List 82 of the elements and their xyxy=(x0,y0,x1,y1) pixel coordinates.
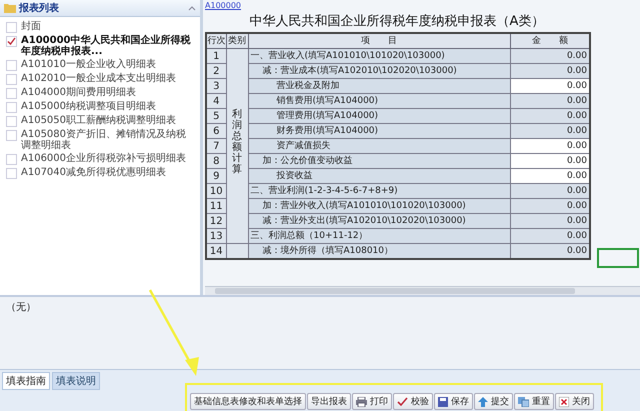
close-icon xyxy=(559,396,569,406)
row-number: 6 xyxy=(206,124,226,138)
printer-icon xyxy=(356,396,367,406)
item-cell: 二、营业利润(1-2-3-4-5-6-7+8+9) xyxy=(248,184,510,198)
report-item[interactable]: A104000期间费用明细表 xyxy=(6,87,194,99)
note-text: （无） xyxy=(6,302,36,313)
windows-icon xyxy=(518,396,529,406)
amount-field[interactable]: 0.00 xyxy=(510,78,590,94)
item-cell: 减：境外所得（填写A108010） xyxy=(248,244,510,259)
amount-field[interactable]: 0.00 xyxy=(510,94,590,108)
panel-title: 报表列表 xyxy=(19,2,60,15)
report-item[interactable]: A105050职工薪酬纳税调整明细表 xyxy=(6,115,194,127)
toolbar-button[interactable]: 基础信息表修改和表单选择 xyxy=(190,393,306,410)
amount-field[interactable]: 0.00 xyxy=(510,138,590,154)
selection-box xyxy=(597,248,639,268)
amount-field[interactable]: 0.00 xyxy=(510,198,590,214)
amount-field[interactable]: 0.00 xyxy=(510,184,590,198)
folder-icon xyxy=(4,3,16,13)
item-cell: 管理费用(填写A104000) xyxy=(248,108,510,124)
toolbar-button[interactable]: 导出报表 xyxy=(307,393,351,410)
column-header: 金 额 xyxy=(510,33,590,48)
check-icon xyxy=(397,396,408,406)
toolbar-button[interactable]: 打印 xyxy=(352,393,392,410)
row-number: 14 xyxy=(206,244,226,259)
row-number: 12 xyxy=(206,214,226,228)
checkbox[interactable] xyxy=(6,36,17,47)
item-cell: 加：营业外收入(填写A101010\101020\103000) xyxy=(248,198,510,214)
item-cell: 加：公允价值变动收益 xyxy=(248,154,510,168)
report-item[interactable]: 封面 xyxy=(6,21,194,33)
amount-field[interactable]: 0.00 xyxy=(510,64,590,78)
item-cell: 财务费用(填写A104000) xyxy=(248,124,510,138)
row-number: 11 xyxy=(206,198,226,214)
row-number: 9 xyxy=(206,168,226,184)
report-item[interactable]: A100000中华人民共和国企业所得税年度纳税申报表... xyxy=(6,35,194,57)
item-cell: 营业税金及附加 xyxy=(248,78,510,94)
amount-field[interactable]: 0.00 xyxy=(510,214,590,228)
row-number: 1 xyxy=(206,48,226,64)
item-cell: 一、营业收入(填写A101010\101020\103000) xyxy=(248,48,510,64)
column-header: 项 目 xyxy=(248,33,510,48)
save-icon xyxy=(438,396,448,406)
toolbar-button[interactable]: 重置 xyxy=(514,393,554,410)
item-cell: 资产减值损失 xyxy=(248,138,510,154)
row-number: 13 xyxy=(206,228,226,244)
tab[interactable]: 填表说明 xyxy=(52,372,100,390)
report-item[interactable]: A101010一般企业收入明细表 xyxy=(6,59,194,71)
row-number: 7 xyxy=(206,138,226,154)
toolbar-button[interactable]: 保存 xyxy=(434,393,473,410)
amount-field[interactable]: 0.00 xyxy=(510,48,590,64)
amount-field[interactable]: 0.00 xyxy=(510,168,590,184)
category-cell: 利润总额计算 xyxy=(226,48,248,244)
amount-field[interactable]: 0.00 xyxy=(510,108,590,124)
column-header: 行次 xyxy=(206,33,226,48)
item-cell: 三、利润总额（10+11-12） xyxy=(248,228,510,244)
toolbar-button[interactable]: 关闭 xyxy=(555,393,594,410)
item-cell: 减：营业成本(填写A102010\102020\103000) xyxy=(248,64,510,78)
row-number: 5 xyxy=(206,108,226,124)
report-item[interactable]: A105000纳税调整项目明细表 xyxy=(6,101,194,113)
column-header: 类别 xyxy=(226,33,248,48)
toolbar-button[interactable]: 校验 xyxy=(393,393,433,410)
row-number: 4 xyxy=(206,94,226,108)
row-number: 3 xyxy=(206,78,226,94)
scrollbar[interactable] xyxy=(205,286,640,295)
amount-field[interactable]: 0.00 xyxy=(510,124,590,138)
report-item[interactable]: A106000企业所得税弥补亏损明细表 xyxy=(6,153,194,165)
report-item[interactable]: A105080资产折旧、摊销情况及纳税调整明细表 xyxy=(6,129,194,151)
row-number: 2 xyxy=(206,64,226,78)
item-cell: 减：营业外支出(填写A102010\102020\103000) xyxy=(248,214,510,228)
form-title: 中华人民共和国企业所得税年度纳税申报表（A类） xyxy=(248,13,546,31)
form-link[interactable]: A100000 xyxy=(205,1,242,10)
tab[interactable]: 填表指南 xyxy=(2,372,50,390)
item-cell: 投资收益 xyxy=(248,168,510,184)
amount-field[interactable]: 0.00 xyxy=(510,154,590,168)
up-arrow-icon xyxy=(478,396,488,406)
toolbar-button[interactable]: 提交 xyxy=(474,393,513,410)
amount-field[interactable]: 0.00 xyxy=(510,244,590,259)
row-number: 8 xyxy=(206,154,226,168)
collapse-icon[interactable] xyxy=(188,5,196,11)
report-item[interactable]: A107040减免所得税优惠明细表 xyxy=(6,167,194,179)
row-number: 10 xyxy=(206,184,226,198)
amount-field[interactable]: 0.00 xyxy=(510,228,590,244)
report-item[interactable]: A102010一般企业成本支出明细表 xyxy=(6,73,194,85)
item-cell: 销售费用(填写A104000) xyxy=(248,94,510,108)
